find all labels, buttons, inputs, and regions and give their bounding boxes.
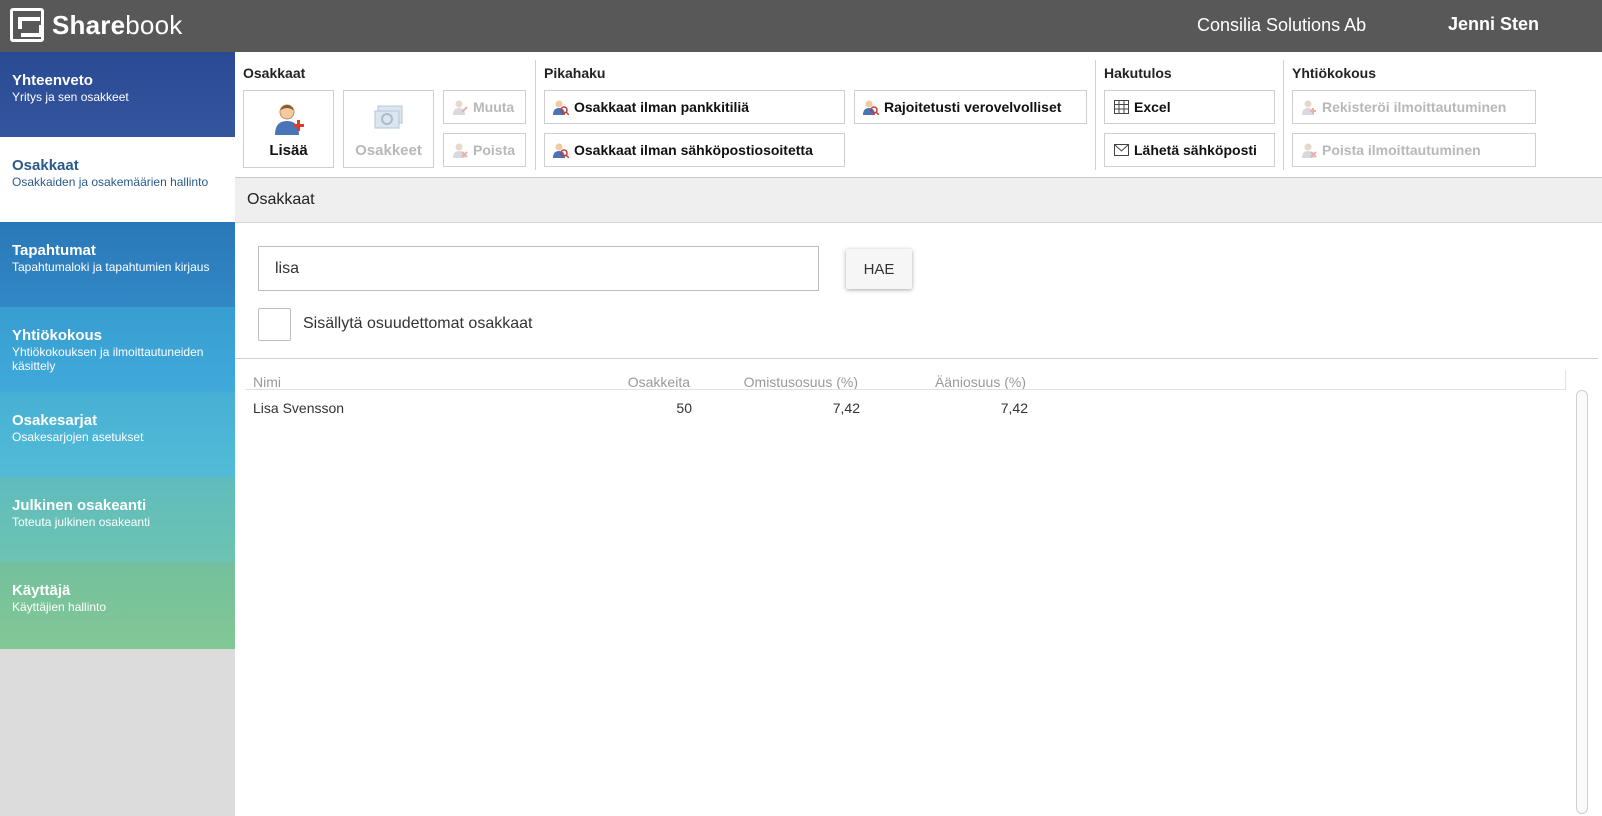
search-person-icon	[553, 142, 569, 158]
limited-tax-liability-button[interactable]: Rajoitetusti verovelvolliset	[854, 90, 1087, 124]
sidebar-item-title: Käyttäjä	[12, 582, 71, 599]
sidebar-item-julkinen-osakeanti[interactable]: Julkinen osakeanti Toteuta julkinen osak…	[0, 477, 235, 564]
edit-button[interactable]: Muuta	[443, 90, 526, 124]
register-attendance-button[interactable]: Rekisteröi ilmoittautuminen	[1292, 90, 1536, 124]
excel-export-button[interactable]: Excel	[1104, 90, 1275, 124]
table-header-end	[1565, 370, 1566, 390]
table-header-divider	[245, 389, 1565, 390]
no-email-button[interactable]: Osakkaat ilman sähköpostiosoitetta	[544, 133, 845, 167]
register-attendance-label: Rekisteröi ilmoittautuminen	[1322, 99, 1507, 115]
cell-name: Lisa Svensson	[253, 400, 345, 416]
sidebar-item-subtitle: Osakkaiden ja osakemäärien hallinto	[12, 175, 209, 189]
vertical-scrollbar[interactable]	[1576, 390, 1588, 814]
group-title-hakutulos: Hakutulos	[1104, 65, 1172, 81]
section-header: Osakkaat	[235, 178, 1602, 223]
spreadsheet-icon	[1113, 99, 1129, 115]
logo-text: Sharebook	[52, 9, 183, 40]
sidebar-item-kayttaja[interactable]: Käyttäjä Käyttäjien hallinto	[0, 562, 235, 649]
section-title: Osakkaat	[247, 191, 315, 208]
limited-tax-liability-label: Rajoitetusti verovelvolliset	[884, 99, 1062, 115]
column-header-ownership[interactable]: Omistusosuus (%)	[700, 374, 858, 390]
add-shareholder-label: Lisää	[269, 142, 308, 159]
sidebar-item-title: Yhteenveto	[12, 72, 93, 89]
no-bank-account-button[interactable]: Osakkaat ilman pankkitiliä	[544, 90, 845, 124]
sidebar-item-yhteenveto[interactable]: Yhteenveto Yritys ja sen osakkeet	[0, 52, 235, 139]
sidebar-item-subtitle: Tapahtumaloki ja tapahtumien kirjaus	[12, 260, 210, 274]
no-bank-account-label: Osakkaat ilman pankkitiliä	[574, 99, 750, 115]
shares-button[interactable]: Osakkeet	[343, 90, 434, 168]
search-person-icon	[553, 99, 569, 115]
sidebar-item-yhtiokokous[interactable]: Yhtiökokous Yhtiökokouksen ja ilmoittaut…	[0, 307, 235, 394]
group-title-pikahaku: Pikahaku	[544, 65, 606, 81]
toolbar-separator	[1095, 60, 1096, 170]
add-person-icon	[274, 104, 304, 135]
sidebar-item-subtitle: Käyttäjien hallinto	[12, 600, 107, 614]
shares-label: Osakkeet	[355, 142, 422, 159]
column-header-shares[interactable]: Osakkeita	[590, 374, 690, 390]
shares-certificate-icon	[374, 105, 402, 129]
edit-label: Muuta	[473, 99, 515, 115]
sidebar-item-title: Tapahtumat	[12, 242, 96, 259]
search-button[interactable]: HAE	[846, 249, 912, 289]
cell-votes: 7,42	[1000, 400, 1028, 416]
divider	[235, 358, 1598, 359]
sidebar-item-subtitle: Toteuta julkinen osakeanti	[12, 515, 151, 529]
sidebar-item-title: Osakkaat	[12, 157, 79, 174]
sidebar-item-osakesarjat[interactable]: Osakesarjat Osakesarjojen asetukset	[0, 392, 235, 479]
remove-attendance-label: Poista ilmoittautuminen	[1322, 142, 1481, 158]
sidebar-item-subtitle: Yritys ja sen osakkeet	[12, 90, 129, 104]
remove-attendance-button[interactable]: Poista ilmoittautuminen	[1292, 133, 1536, 167]
delete-label: Poista	[473, 142, 516, 158]
delete-person-icon	[452, 142, 468, 158]
search-input[interactable]	[258, 246, 819, 291]
send-email-button[interactable]: Lähetä sähköposti	[1104, 133, 1275, 167]
group-title-osakkaat: Osakkaat	[243, 65, 306, 81]
sidebar-item-subtitle: Osakesarjojen asetukset	[12, 430, 144, 444]
sidebar-item-title: Julkinen osakeanti	[12, 497, 147, 514]
delete-button[interactable]: Poista	[443, 133, 526, 167]
cell-ownership: 7,42	[832, 400, 860, 416]
sidebar-item-tapahtumat[interactable]: Tapahtumat Tapahtumaloki ja tapahtumien …	[0, 222, 235, 309]
delete-person-icon	[1301, 142, 1317, 158]
user-name[interactable]: Jenni Sten	[1448, 14, 1539, 35]
sharebook-logo[interactable]: Sharebook	[10, 8, 182, 42]
add-person-icon	[1301, 99, 1317, 115]
include-zero-shareholders-checkbox[interactable]	[258, 308, 291, 341]
toolbar-separator	[1283, 60, 1284, 170]
excel-label: Excel	[1134, 99, 1171, 115]
column-header-name[interactable]: Nimi	[253, 374, 281, 390]
sidebar: Yhteenveto Yritys ja sen osakkeet Osakka…	[0, 52, 235, 816]
toolbar-separator	[535, 60, 536, 170]
envelope-icon	[1113, 142, 1129, 158]
ribbon-toolbar: Osakkaat Lisää Osakkeet Muuta Poista Pik…	[235, 52, 1602, 178]
send-email-label: Lähetä sähköposti	[1134, 142, 1257, 158]
company-name[interactable]: Consilia Solutions Ab	[1197, 15, 1366, 36]
include-zero-shareholders-label[interactable]: Sisällytä osuudettomat osakkaat	[303, 315, 532, 333]
add-shareholder-button[interactable]: Lisää	[243, 90, 334, 168]
sidebar-item-title: Yhtiökokous	[12, 327, 103, 344]
no-email-label: Osakkaat ilman sähköpostiosoitetta	[574, 142, 813, 158]
column-header-votes[interactable]: Ääniosuus (%)	[868, 374, 1026, 390]
top-bar: Sharebook Consilia Solutions Ab Jenni St…	[0, 0, 1602, 52]
group-title-yhtiokokous: Yhtiökokous	[1292, 65, 1377, 81]
search-person-icon	[863, 99, 879, 115]
logo-icon	[10, 8, 44, 42]
cell-shares: 50	[676, 400, 692, 416]
sidebar-item-subtitle: Yhtiökokouksen ja ilmoittautuneiden käsi…	[12, 345, 204, 373]
edit-person-icon	[452, 99, 468, 115]
sidebar-item-osakkaat[interactable]: Osakkaat Osakkaiden ja osakemäärien hall…	[0, 137, 235, 224]
sidebar-item-title: Osakesarjat	[12, 412, 98, 429]
